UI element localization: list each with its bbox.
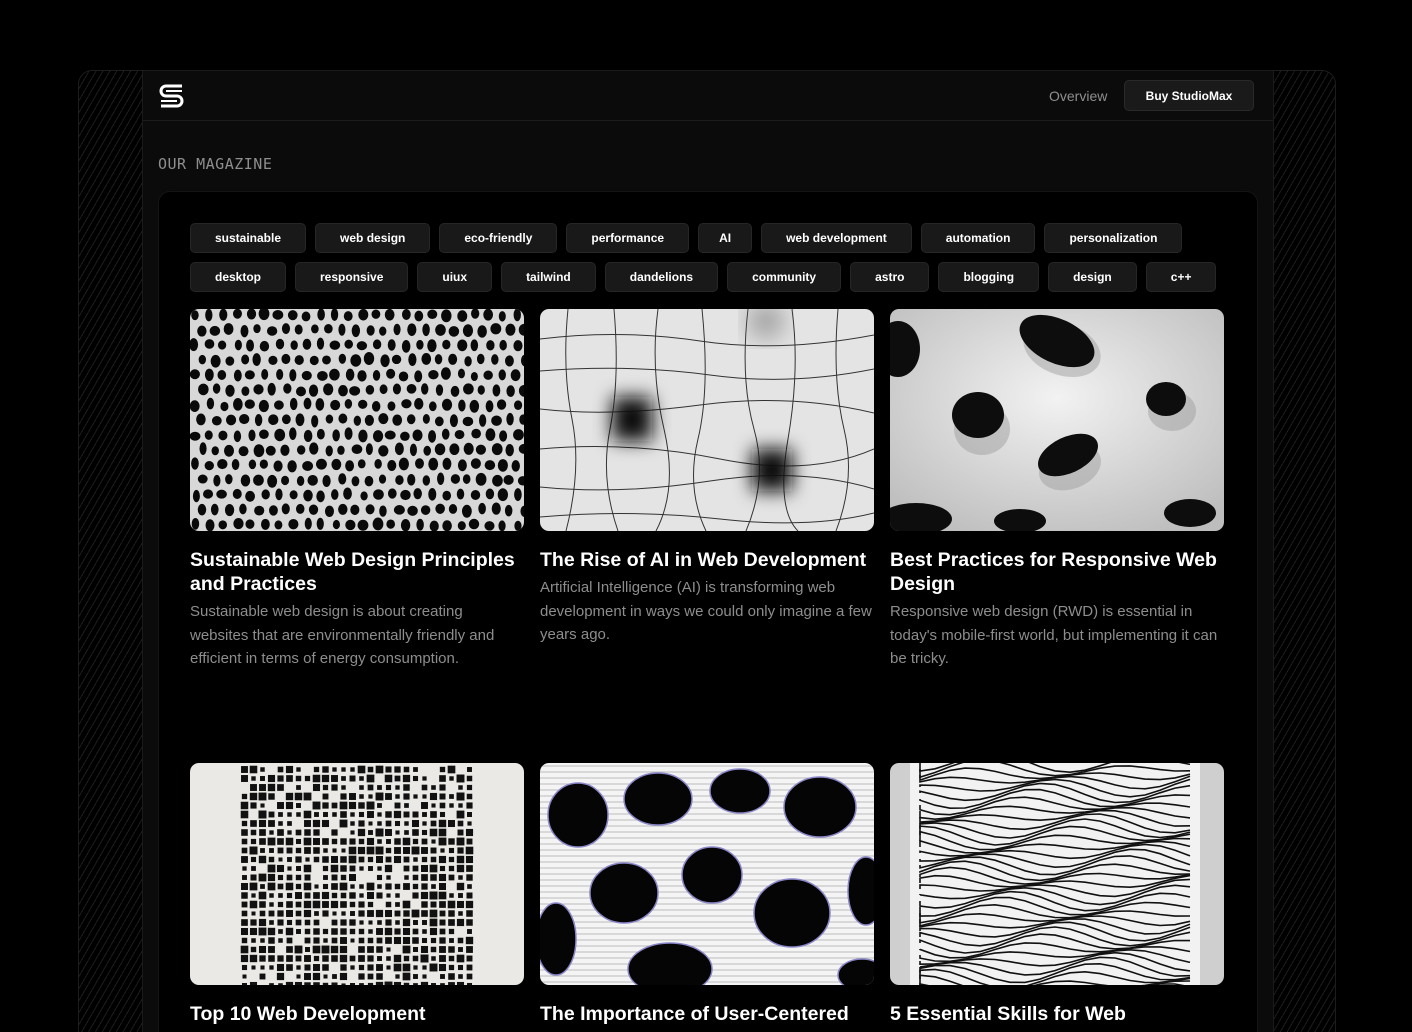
- article-card[interactable]: Top 10 Web Development: [190, 763, 524, 1026]
- article-card[interactable]: The Rise of AI in Web Development Artifi…: [540, 309, 874, 647]
- tag-uiux[interactable]: uiux: [417, 262, 492, 292]
- tag-row: desktop responsive uiux tailwind dandeli…: [190, 262, 1230, 292]
- magazine-panel: sustainable web design eco-friendly perf…: [158, 191, 1258, 1032]
- studiomax-logo-icon[interactable]: [158, 83, 185, 109]
- top-navigation: Overview Buy StudioMax: [143, 71, 1273, 121]
- tag-blogging[interactable]: blogging: [938, 262, 1039, 292]
- tag-design[interactable]: design: [1048, 262, 1137, 292]
- article-card[interactable]: The Importance of User-Centered: [540, 763, 874, 1026]
- article-description: Responsive web design (RWD) is essential…: [890, 600, 1224, 671]
- article-card[interactable]: 5 Essential Skills for Web: [890, 763, 1224, 1026]
- tag-desktop[interactable]: desktop: [190, 262, 286, 292]
- article-title[interactable]: Best Practices for Responsive Web Design: [890, 548, 1224, 596]
- tag-cpp[interactable]: c++: [1146, 262, 1217, 292]
- article-description: Sustainable web design is about creating…: [190, 600, 524, 671]
- oval-holes-image[interactable]: [890, 309, 1224, 531]
- grid-blur-image[interactable]: [540, 309, 874, 531]
- article-title[interactable]: The Rise of AI in Web Development: [540, 548, 874, 572]
- article-card[interactable]: Sustainable Web Design Principles and Pr…: [190, 309, 524, 671]
- tag-tailwind[interactable]: tailwind: [501, 262, 596, 292]
- page-frame: Overview Buy StudioMax OUR MAGAZINE sust…: [78, 70, 1336, 1032]
- tag-sustainable[interactable]: sustainable: [190, 223, 306, 253]
- tag-row: sustainable web design eco-friendly perf…: [190, 223, 1230, 253]
- tag-automation[interactable]: automation: [921, 223, 1036, 253]
- section-title: OUR MAGAZINE: [158, 155, 272, 173]
- tag-filter-list: sustainable web design eco-friendly perf…: [190, 223, 1230, 301]
- square-pixels-image[interactable]: [190, 763, 524, 985]
- dotted-pattern-image[interactable]: [190, 309, 524, 531]
- tag-dandelions[interactable]: dandelions: [605, 262, 718, 292]
- article-title[interactable]: The Importance of User-Centered: [540, 1002, 874, 1026]
- tag-web-development[interactable]: web development: [761, 223, 912, 253]
- article-title[interactable]: Top 10 Web Development: [190, 1002, 524, 1026]
- tag-personalization[interactable]: personalization: [1044, 223, 1182, 253]
- fingerprint-lines-image[interactable]: [890, 763, 1224, 985]
- organic-cells-image[interactable]: [540, 763, 874, 985]
- buy-studiomax-button[interactable]: Buy StudioMax: [1124, 80, 1254, 111]
- nav-overview-link[interactable]: Overview: [1049, 88, 1107, 104]
- tag-eco-friendly[interactable]: eco-friendly: [439, 223, 557, 253]
- tag-community[interactable]: community: [727, 262, 841, 292]
- tag-web-design[interactable]: web design: [315, 223, 430, 253]
- tag-performance[interactable]: performance: [566, 223, 689, 253]
- article-description: Artificial Intelligence (AI) is transfor…: [540, 576, 874, 647]
- article-card[interactable]: Best Practices for Responsive Web Design…: [890, 309, 1224, 671]
- tag-responsive[interactable]: responsive: [295, 262, 408, 292]
- article-title[interactable]: 5 Essential Skills for Web: [890, 1002, 1224, 1026]
- article-title[interactable]: Sustainable Web Design Principles and Pr…: [190, 548, 524, 596]
- tag-ai[interactable]: AI: [698, 223, 752, 253]
- tag-astro[interactable]: astro: [850, 262, 929, 292]
- main-container: Overview Buy StudioMax OUR MAGAZINE sust…: [142, 71, 1274, 1032]
